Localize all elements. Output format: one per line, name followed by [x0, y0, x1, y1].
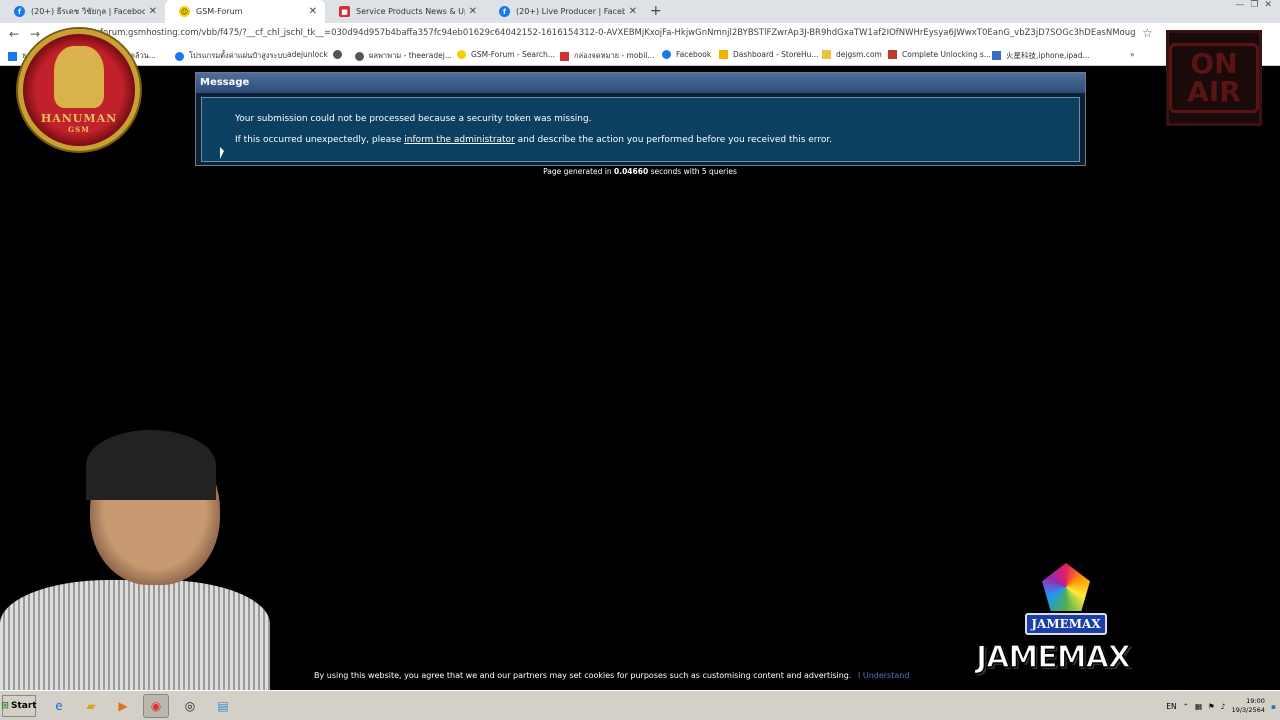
- tab-service-products[interactable]: ■ Service Products News & Updates | ✕: [325, 0, 485, 23]
- network-icon[interactable]: ▦: [1195, 702, 1202, 711]
- app-icon[interactable]: ▤: [210, 694, 236, 718]
- unlocking-icon: [888, 50, 897, 59]
- media-player-icon[interactable]: ▶: [110, 694, 136, 718]
- bookmark-item[interactable]: GSM-Forum - Search...: [457, 50, 555, 59]
- tab-live-producer[interactable]: f (20+) Live Producer | Facebook ✕: [485, 0, 645, 23]
- tab-title: Service Products News & Updates |: [356, 7, 465, 16]
- bookmark-item[interactable]: adejunlock: [287, 50, 328, 59]
- globe-icon: [175, 51, 184, 61]
- hanuman-logo: HANUMAN GSM: [18, 29, 140, 151]
- folder-icon: [822, 50, 831, 59]
- bookmarks-bar: ธ... แคล้วน... โปรแกรมตั้งค่าแผ่นปำสูงระ…: [0, 46, 1280, 66]
- bookmark-star-icon[interactable]: ☆: [1142, 26, 1153, 40]
- more-bookmarks-icon[interactable]: »: [1130, 50, 1135, 59]
- internet-explorer-icon[interactable]: e: [46, 694, 72, 718]
- mouse-cursor-icon: [220, 147, 224, 159]
- show-desktop-icon[interactable]: ▪: [1271, 702, 1276, 711]
- taskbar: ⊞ Start e ▰ ▶ ◉ ◎ ▤ EN ⌃ ▦ ⚑ ♪ 19:00 19/3…: [0, 690, 1280, 720]
- tray-arrow-icon[interactable]: ⌃: [1183, 702, 1189, 711]
- volume-icon[interactable]: ♪: [1221, 702, 1226, 711]
- clock[interactable]: 19:00 19/3/2564: [1232, 697, 1265, 715]
- forward-icon[interactable]: →: [30, 27, 40, 41]
- close-window-icon[interactable]: ✕: [1264, 0, 1272, 10]
- tab-title: GSM-Forum: [196, 7, 243, 16]
- jamemax-wordmark: JAMEMAX: [975, 639, 1131, 676]
- message-text: If this occurred unexpectedly, please in…: [235, 135, 833, 145]
- security-icon[interactable]: ⚑: [1208, 702, 1215, 711]
- facebook-icon: f: [499, 6, 510, 17]
- windows-logo-icon: ⊞: [1, 701, 9, 711]
- jamemax-gem-icon: [1042, 563, 1090, 611]
- webcam-presenter: [0, 430, 270, 690]
- window-controls: — ❐ ✕: [1235, 0, 1272, 10]
- inform-administrator-link[interactable]: inform the administrator: [404, 135, 515, 145]
- cookie-banner: By using this website, you agree that we…: [314, 671, 910, 680]
- start-button[interactable]: ⊞ Start: [1, 695, 37, 717]
- new-tab-button[interactable]: +: [650, 3, 662, 19]
- close-icon[interactable]: ✕: [149, 6, 157, 17]
- chrome-icon[interactable]: ◉: [143, 694, 169, 718]
- on-air-sign: ON AIR: [1166, 30, 1262, 126]
- browser-tab-bar: f (20+) ธีรเดช วิชัยกุล | Facebook ✕ ☺ G…: [0, 0, 1280, 23]
- bookmark-item[interactable]: ผลพาพาม - theeradej...: [355, 50, 452, 62]
- url-field[interactable]: forum.gsmhosting.com/vbb/f475/?__cf_chl_…: [100, 28, 1135, 38]
- close-icon[interactable]: ✕: [629, 6, 637, 17]
- maximize-icon[interactable]: ❐: [1250, 0, 1258, 10]
- back-icon[interactable]: ←: [9, 27, 19, 41]
- message-body: Your submission could not be processed b…: [201, 97, 1080, 162]
- globe-icon: [355, 51, 364, 61]
- bookmark-item[interactable]: 火星科技,iphone,ipad...: [992, 50, 1090, 61]
- minimize-icon[interactable]: —: [1235, 0, 1244, 10]
- facebook-icon: f: [14, 6, 25, 17]
- document-icon: [992, 51, 1001, 60]
- address-bar: ← → forum.gsmhosting.com/vbb/f475/?__cf_…: [0, 23, 1280, 46]
- tab-facebook-1[interactable]: f (20+) ธีรเดช วิชัยกุล | Facebook ✕: [0, 0, 165, 23]
- message-header: Message: [196, 73, 1085, 93]
- hanuman-figure-icon: [54, 46, 104, 108]
- bookmark-item[interactable]: Facebook: [662, 50, 711, 59]
- service-products-icon: ■: [339, 6, 350, 17]
- message-text: Your submission could not be processed b…: [235, 114, 592, 124]
- bookmark-icon: [8, 51, 17, 61]
- jamemax-badge: JAMEMAX: [1025, 563, 1107, 635]
- bookmark-item[interactable]: Complete Unlocking s...: [888, 50, 991, 59]
- file-explorer-icon[interactable]: ▰: [78, 694, 104, 718]
- bookmark-item[interactable]: กล่องจดหมาย - mobil...: [560, 50, 655, 62]
- facebook-icon: [662, 50, 671, 59]
- message-box: Message Your submission could not be pro…: [195, 72, 1086, 166]
- system-tray: EN ⌃ ▦ ⚑ ♪ 19:00 19/3/2564 ▪: [1166, 693, 1280, 719]
- gmail-icon: [560, 51, 569, 61]
- page-generated-info: Page generated in 0.04660 seconds with 5…: [543, 167, 737, 176]
- bookmark-item[interactable]: Dashboard - StoreHu...: [719, 50, 819, 59]
- close-icon[interactable]: ✕: [309, 6, 317, 17]
- tab-gsm-forum[interactable]: ☺ GSM-Forum ✕: [165, 0, 325, 23]
- gsm-forum-icon: [457, 50, 466, 59]
- dashboard-icon: [719, 50, 728, 59]
- bookmark-item[interactable]: โปรแกรมตั้งค่าแผ่นปำสูงระบบ: [175, 50, 287, 62]
- bookmark-item[interactable]: dejgsm.com: [822, 50, 882, 59]
- tab-title: (20+) ธีรเดช วิชัยกุล | Facebook: [31, 7, 145, 16]
- tab-title: (20+) Live Producer | Facebook: [516, 7, 625, 16]
- language-indicator[interactable]: EN: [1166, 702, 1176, 711]
- obs-icon[interactable]: ◎: [177, 694, 203, 718]
- bookmark-item[interactable]: [333, 50, 347, 59]
- close-icon[interactable]: ✕: [469, 6, 477, 17]
- cookie-accept-button[interactable]: I Understand: [858, 671, 909, 680]
- globe-icon: [333, 50, 342, 59]
- gsm-forum-icon: ☺: [179, 6, 190, 17]
